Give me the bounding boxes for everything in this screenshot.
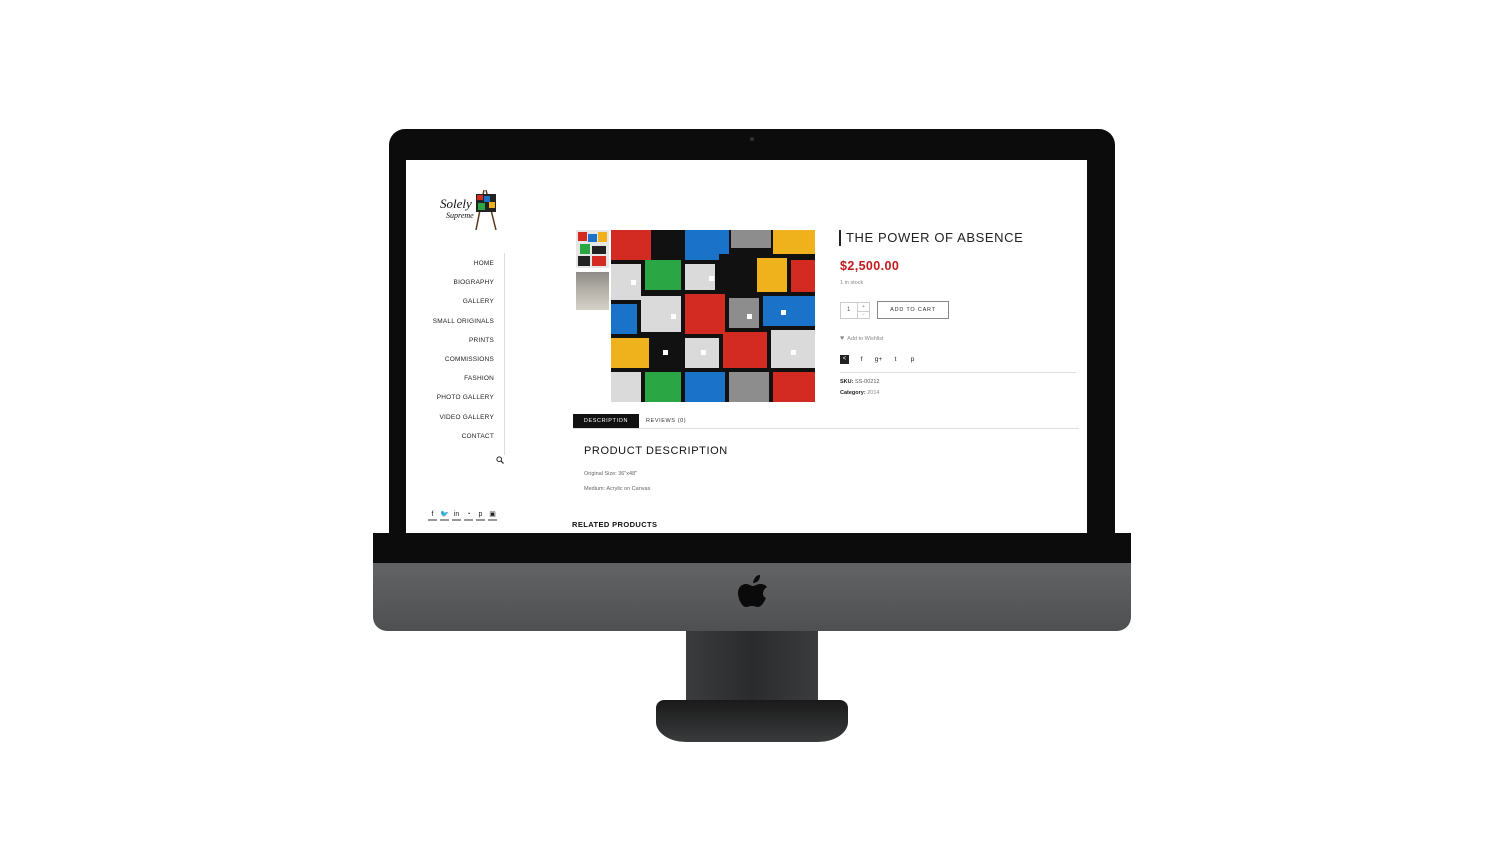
nav-photo-gallery[interactable]: PHOTO GALLERY [418, 392, 494, 411]
site-logo[interactable]: Solely Supreme [440, 186, 500, 230]
camera-dot [750, 137, 754, 141]
category-link[interactable]: 2014 [867, 390, 879, 396]
nav-home[interactable]: HOME [418, 258, 494, 277]
main-nav: HOME BIOGRAPHY GALLERY SMALL ORIGINALS P… [418, 258, 494, 450]
share-twitter-icon[interactable]: t [891, 356, 900, 363]
pinterest-icon[interactable]: p [476, 510, 485, 521]
share-facebook-icon[interactable]: f [857, 356, 866, 363]
description-size: Original Size: 36"x48" [584, 471, 638, 477]
rss-icon[interactable]: ◔ [464, 510, 473, 521]
add-to-wishlist-link[interactable]: ♥ Add to Wishlist [840, 335, 884, 342]
sku-label: SKU: [840, 379, 854, 385]
category-label: Category: [840, 390, 866, 396]
nav-prints[interactable]: PRINTS [418, 335, 494, 354]
apple-logo-icon [738, 575, 767, 607]
product-main-image[interactable] [611, 230, 815, 402]
product-sku: SKU: SS-00212 [840, 379, 879, 385]
nav-contact[interactable]: CONTACT [418, 431, 494, 450]
share-pinterest-icon[interactable]: p [908, 356, 917, 363]
svg-text:Supreme: Supreme [446, 211, 474, 220]
related-products-title: RELATED PRODUCTS [572, 520, 658, 529]
quantity-decrement-button[interactable]: − [857, 311, 869, 319]
monitor-bottom-bezel [373, 533, 1131, 563]
instagram-icon[interactable]: ▣ [488, 510, 497, 521]
twitter-icon[interactable]: 🐦 [440, 510, 449, 521]
tab-reviews[interactable]: REVIEWS (0) [646, 414, 686, 428]
product-thumbnail-1[interactable] [576, 230, 609, 268]
svg-text:Solely: Solely [440, 196, 472, 211]
heart-icon: ♥ [840, 335, 845, 342]
tabs-divider [573, 428, 1079, 429]
browser-screen: Solely Supreme HOME BIOGRAPHY GALLERY SM… [418, 160, 1087, 533]
wishlist-label: Add to Wishlist [847, 336, 884, 342]
sku-value: SS-00212 [854, 379, 880, 385]
nav-fashion[interactable]: FASHION [418, 373, 494, 392]
add-to-cart-button[interactable]: ADD TO CART [877, 301, 949, 319]
product-thumbnail-2[interactable] [576, 272, 609, 310]
nav-divider [504, 253, 505, 455]
stock-status: 1 in stock [840, 280, 864, 286]
social-links: f 🐦 in ◔ p ▣ [428, 510, 497, 521]
screen-edge [406, 160, 418, 533]
tab-description[interactable]: DESCRIPTION [573, 414, 639, 428]
nav-gallery[interactable]: GALLERY [418, 296, 494, 315]
description-medium: Medium: Acrylic on Canvas [584, 486, 651, 492]
meta-divider [840, 372, 1076, 373]
share-icon: < [840, 355, 849, 364]
share-bar: < f g+ t p [840, 355, 917, 364]
share-googleplus-icon[interactable]: g+ [874, 356, 883, 363]
monitor-stand-foot [656, 700, 848, 742]
linkedin-icon[interactable]: in [452, 510, 461, 521]
search-icon[interactable] [496, 456, 504, 464]
product-title: THE POWER OF ABSENCE [839, 230, 1023, 246]
nav-biography[interactable]: BIOGRAPHY [418, 277, 494, 296]
quantity-value[interactable]: 1 [847, 307, 850, 313]
product-category: Category: 2014 [840, 390, 879, 396]
nav-commissions[interactable]: COMMISSIONS [418, 354, 494, 373]
quantity-stepper[interactable]: 1 + − [840, 302, 870, 319]
nav-video-gallery[interactable]: VIDEO GALLERY [418, 412, 494, 431]
facebook-icon[interactable]: f [428, 510, 437, 521]
description-title: PRODUCT DESCRIPTION [584, 445, 728, 457]
nav-small-originals[interactable]: SMALL ORIGINALS [418, 316, 494, 335]
product-price: $2,500.00 [840, 259, 900, 273]
